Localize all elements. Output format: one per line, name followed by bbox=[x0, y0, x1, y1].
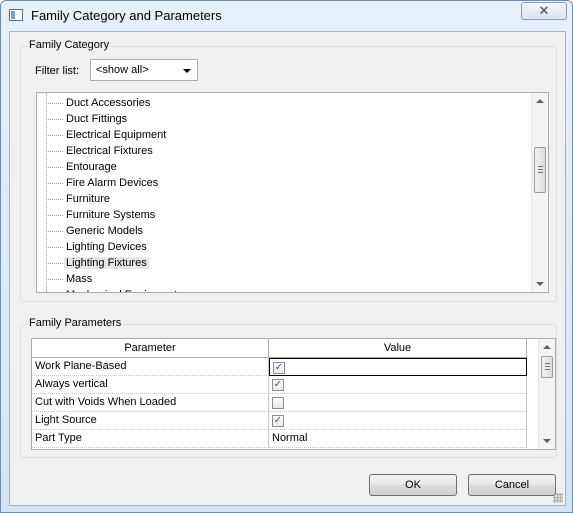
category-tree-item-label: Fire Alarm Devices bbox=[66, 177, 159, 189]
table-row: Light Source ✓ bbox=[32, 412, 536, 430]
chevron-down-icon bbox=[183, 69, 191, 73]
category-tree-item-label: Entourage bbox=[66, 161, 117, 173]
category-tree[interactable]: Duct Accessories Duct Fittings Electrical … bbox=[36, 92, 549, 293]
tree-connector-line bbox=[46, 215, 63, 216]
category-tree-item-label: Lighting Devices bbox=[66, 241, 147, 253]
category-tree-item[interactable]: Furniture bbox=[37, 191, 517, 207]
category-tree-item[interactable]: Duct Accessories bbox=[37, 95, 517, 111]
category-tree-item[interactable]: Generic Models bbox=[37, 223, 517, 239]
close-button[interactable]: ✕ bbox=[521, 2, 567, 20]
category-tree-item[interactable]: Electrical Equipment bbox=[37, 127, 517, 143]
parameter-value-cell[interactable]: ✓ bbox=[269, 412, 527, 430]
category-tree-item-label: Mechanical Equipment bbox=[64, 289, 179, 292]
dialog-client: Family Category Filter list: <show all> … bbox=[9, 31, 566, 506]
filter-list-dropdown[interactable]: <show all> bbox=[90, 59, 198, 81]
category-tree-item[interactable]: Mass bbox=[37, 271, 517, 287]
tree-connector-line bbox=[46, 119, 63, 120]
category-tree-item[interactable]: Furniture Systems bbox=[37, 207, 517, 223]
category-tree-item-label: Furniture bbox=[66, 193, 111, 205]
filter-list-value: <show all> bbox=[96, 64, 149, 76]
tree-connector-line bbox=[46, 263, 63, 264]
resize-grip[interactable] bbox=[553, 493, 563, 503]
tree-connector-line bbox=[46, 199, 63, 200]
parameter-value-cell[interactable]: ✓ bbox=[269, 376, 527, 394]
category-tree-item-label: Duct Fittings bbox=[66, 113, 128, 125]
parameter-checkbox[interactable]: ✓ bbox=[273, 362, 285, 374]
title-bar[interactable]: Family Category and Parameters ✕ bbox=[1, 1, 572, 31]
tree-connector-line bbox=[46, 151, 63, 152]
checkmark-icon: ✓ bbox=[273, 415, 283, 426]
parameter-checkbox[interactable] bbox=[272, 397, 284, 409]
scroll-up-arrow-icon[interactable] bbox=[536, 99, 544, 103]
category-tree-item[interactable]: Fire Alarm Devices bbox=[37, 175, 517, 191]
family-parameters-label: Family Parameters bbox=[27, 317, 124, 329]
tree-connector-line bbox=[46, 247, 63, 248]
category-tree-item[interactable]: Entourage bbox=[37, 159, 517, 175]
tree-connector-line bbox=[46, 183, 63, 184]
parameter-name-cell: Light Source bbox=[32, 412, 269, 430]
app-icon bbox=[9, 9, 23, 21]
window-title: Family Category and Parameters bbox=[31, 8, 222, 23]
column-header-value[interactable]: Value bbox=[269, 339, 527, 358]
parameters-scrollbar[interactable] bbox=[538, 339, 555, 449]
checkmark-icon: ✓ bbox=[273, 379, 283, 390]
parameter-name-cell: Part Type bbox=[32, 430, 269, 448]
parameter-name-cell: Work Plane-Based bbox=[32, 358, 269, 376]
parameter-name-cell: Always vertical bbox=[32, 376, 269, 394]
scroll-thumb[interactable] bbox=[541, 356, 553, 378]
category-tree-item-label: Electrical Fixtures bbox=[66, 145, 153, 157]
tree-connector-line bbox=[46, 231, 63, 232]
checkmark-icon: ✓ bbox=[274, 362, 284, 373]
category-tree-item-label: Mass bbox=[66, 273, 93, 285]
table-row: Part Type Normal bbox=[32, 430, 536, 448]
parameter-value-cell[interactable]: ✓ bbox=[269, 358, 527, 376]
category-tree-item-label: Electrical Equipment bbox=[66, 129, 167, 141]
category-tree-item-label: Duct Accessories bbox=[66, 97, 151, 109]
category-tree-item-label: Generic Models bbox=[66, 225, 144, 237]
category-tree-item-label: Furniture Systems bbox=[66, 209, 156, 221]
scroll-down-arrow-icon[interactable] bbox=[543, 439, 551, 443]
table-row: Work Plane-Based ✓ bbox=[32, 358, 536, 376]
parameter-name-cell: Cut with Voids When Loaded bbox=[32, 394, 269, 412]
tree-connector-line bbox=[46, 135, 63, 136]
close-icon: ✕ bbox=[538, 3, 550, 18]
category-tree-item[interactable]: Mechanical Equipment bbox=[37, 287, 517, 292]
category-tree-item-label: Lighting Fixtures bbox=[64, 257, 149, 269]
tree-connector-line bbox=[46, 279, 63, 280]
table-row: Always vertical ✓ bbox=[32, 376, 536, 394]
parameter-value-cell[interactable]: Normal bbox=[269, 430, 527, 448]
scroll-thumb[interactable] bbox=[534, 147, 546, 193]
table-row: Cut with Voids When Loaded bbox=[32, 394, 536, 412]
category-tree-item[interactable]: Lighting Devices bbox=[37, 239, 517, 255]
family-category-label: Family Category bbox=[27, 39, 112, 51]
category-tree-item[interactable]: Lighting Fixtures bbox=[37, 255, 517, 271]
ok-button[interactable]: OK bbox=[369, 474, 457, 496]
parameter-checkbox[interactable]: ✓ bbox=[272, 379, 284, 391]
parameters-grid: Parameter Value Work Plane-Based ✓ Always … bbox=[31, 338, 556, 450]
category-tree-item[interactable]: Duct Fittings bbox=[37, 111, 517, 127]
tree-connector-line bbox=[46, 103, 63, 104]
column-header-parameter[interactable]: Parameter bbox=[32, 339, 269, 358]
parameter-value-text: Normal bbox=[272, 432, 308, 444]
parameter-value-cell[interactable] bbox=[269, 394, 527, 412]
tree-connector-line bbox=[46, 167, 63, 168]
parameter-checkbox[interactable]: ✓ bbox=[272, 415, 284, 427]
scroll-up-arrow-icon[interactable] bbox=[543, 345, 551, 349]
cancel-button[interactable]: Cancel bbox=[468, 474, 556, 496]
category-tree-scrollbar[interactable] bbox=[531, 93, 548, 292]
filter-list-label: Filter list: bbox=[35, 65, 79, 77]
category-tree-item[interactable]: Electrical Fixtures bbox=[37, 143, 517, 159]
scroll-down-arrow-icon[interactable] bbox=[536, 282, 544, 286]
dialog-window: Family Category and Parameters ✕ Family … bbox=[0, 0, 573, 513]
